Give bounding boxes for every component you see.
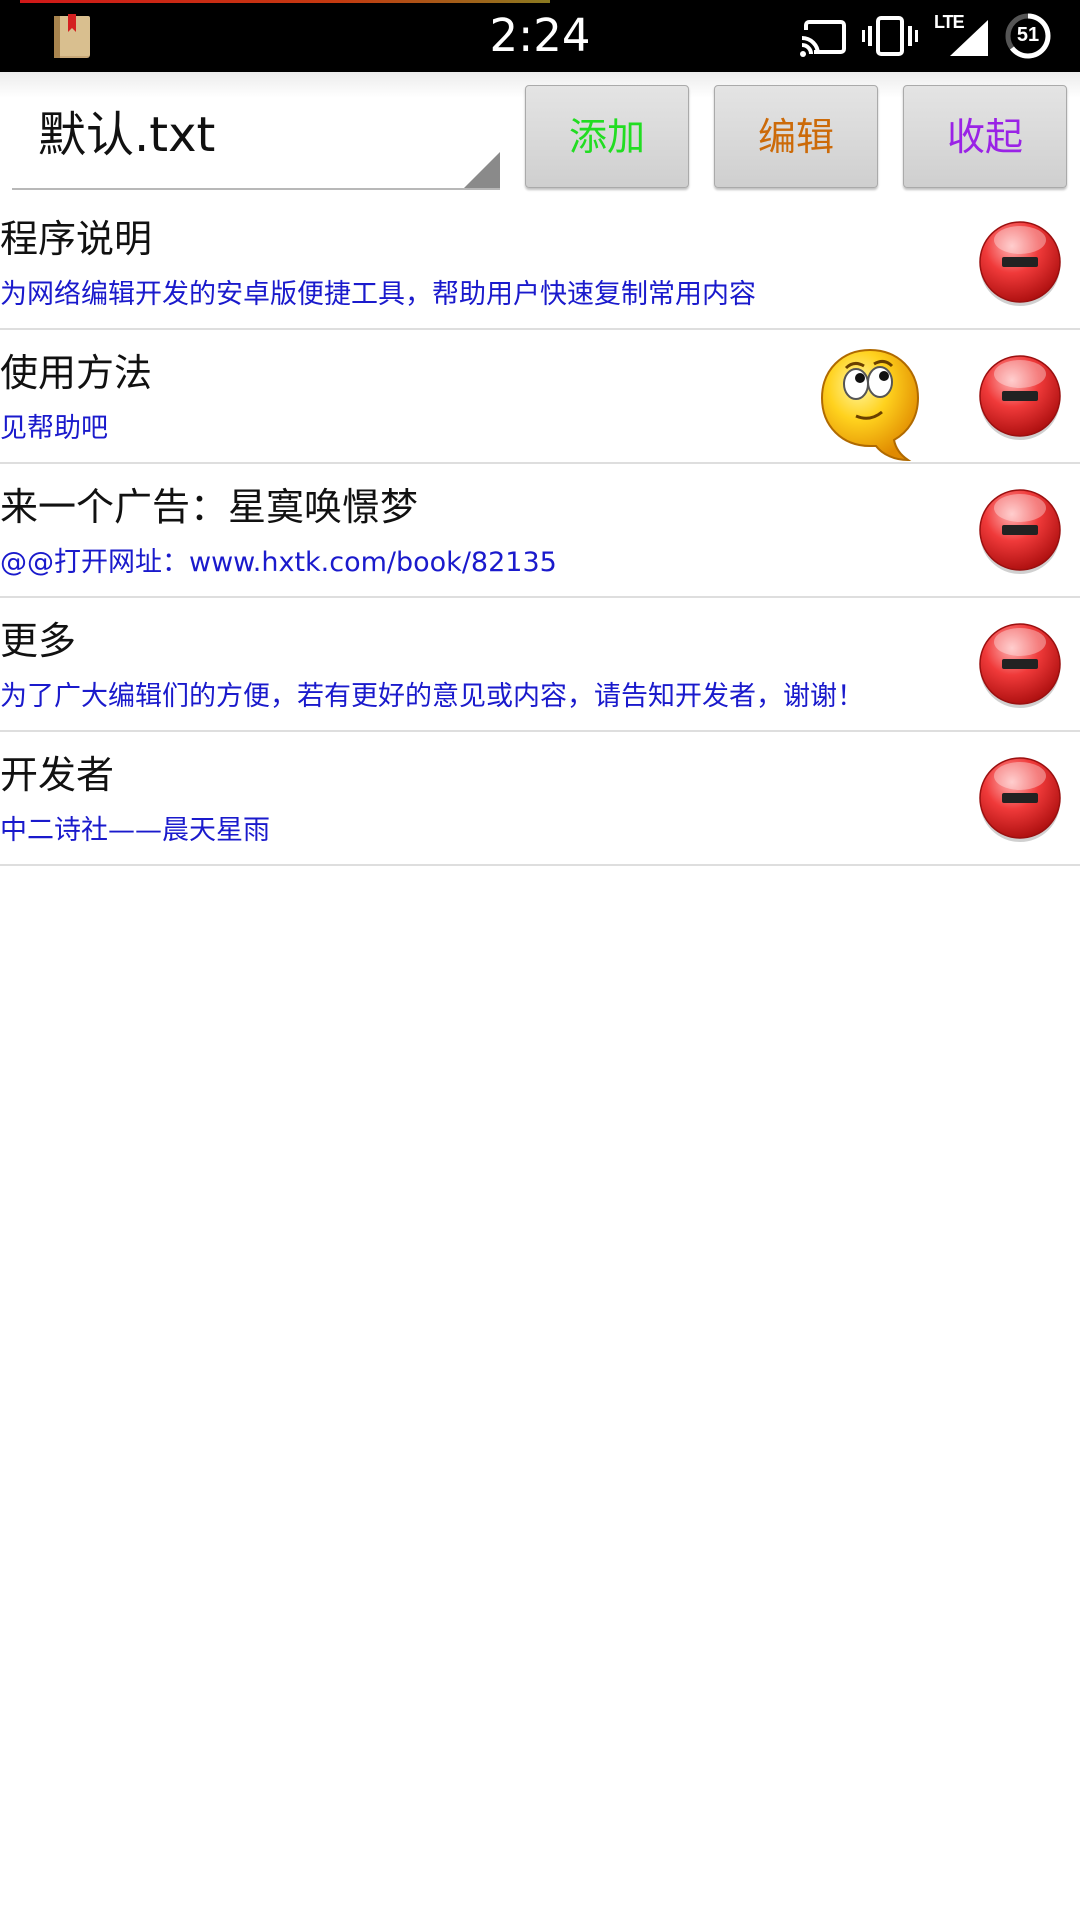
vibrate-icon (862, 16, 918, 56)
lte-signal-icon (950, 20, 988, 56)
delete-icon[interactable] (976, 216, 1064, 308)
item-content: @@打开网址：www.hxtk.com/book/82135 (0, 547, 557, 578)
item-content: 为网络编辑开发的安卓版便捷工具，帮助用户快速复制常用内容 (0, 279, 756, 310)
item-content: 见帮助吧 (0, 413, 108, 444)
battery-level: 51 (1016, 24, 1040, 46)
add-button[interactable]: 添加 (525, 85, 689, 188)
item-title: 程序说明 (0, 217, 153, 261)
selected-file-name: 默认.txt (38, 107, 216, 163)
list-item[interactable]: 更多 为了广大编辑们的方便，若有更好的意见或内容，请告知开发者，谢谢！ (0, 598, 1080, 732)
list-item[interactable]: 来一个广告：星寞唤憬梦 @@打开网址：www.hxtk.com/book/821… (0, 464, 1080, 598)
edit-button[interactable]: 编辑 (714, 85, 878, 188)
delete-icon[interactable] (976, 752, 1064, 844)
list-item[interactable]: 程序说明 为网络编辑开发的安卓版便捷工具，帮助用户快速复制常用内容 (0, 196, 1080, 330)
delete-icon[interactable] (976, 618, 1064, 710)
status-bar: 2:24 LTE 51 (0, 0, 1080, 72)
item-content: 为了广大编辑们的方便，若有更好的意见或内容，请告知开发者，谢谢！ (0, 681, 864, 712)
snippet-list: 程序说明 为网络编辑开发的安卓版便捷工具，帮助用户快速复制常用内容 使用方法 见… (0, 196, 1080, 866)
page-load-progress (20, 0, 550, 3)
dropdown-corner-icon (464, 152, 500, 188)
item-title: 来一个广告：星寞唤憬梦 (0, 485, 419, 529)
item-title: 更多 (0, 619, 77, 663)
collapse-button[interactable]: 收起 (903, 85, 1067, 188)
cast-icon (800, 20, 846, 57)
file-select-dropdown[interactable]: 默认.txt (12, 92, 500, 190)
delete-icon[interactable] (976, 350, 1064, 442)
item-title: 开发者 (0, 753, 115, 797)
delete-icon[interactable] (976, 484, 1064, 576)
item-title: 使用方法 (0, 351, 153, 395)
list-item[interactable]: 开发者 中二诗社——晨天星雨 (0, 732, 1080, 866)
smiley-thinking-icon[interactable] (818, 346, 922, 464)
item-content: 中二诗社——晨天星雨 (0, 815, 270, 846)
clock: 2:24 (489, 9, 591, 62)
